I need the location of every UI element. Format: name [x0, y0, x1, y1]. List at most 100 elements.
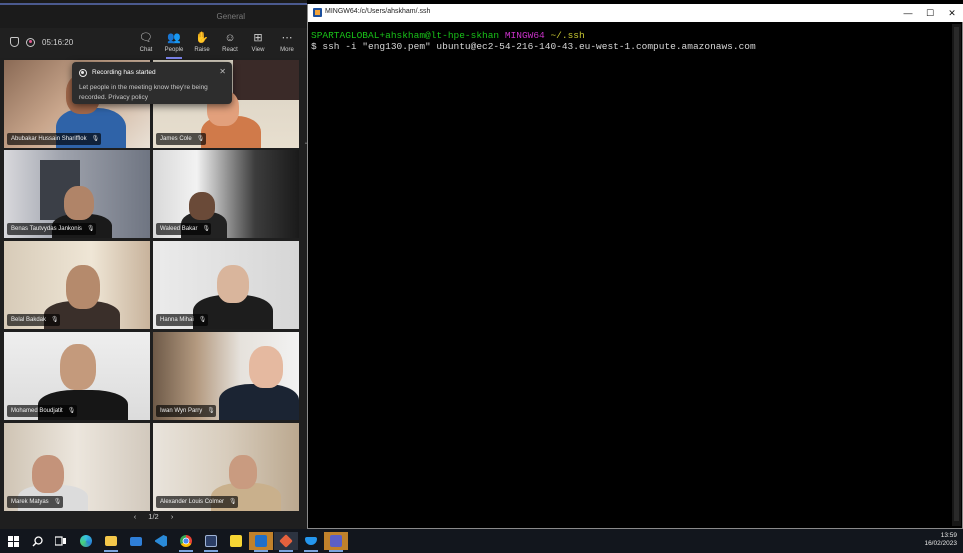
video-tile[interactable]: Iwan Wyn Parry 🎙: [153, 332, 299, 420]
mic-off-icon: 🎙: [229, 499, 237, 505]
vscode-icon: [155, 535, 167, 547]
page-indicator: 1/2: [148, 512, 159, 521]
maximize-button[interactable]: ☐: [920, 6, 940, 20]
notes-icon: [230, 535, 242, 547]
system-clock[interactable]: 13:59 16/02/2023: [924, 532, 957, 548]
participant-name: Hanna Mihai 🎙: [156, 314, 208, 326]
terminal-title: MINGW64:/c/Users/ahskham/.ssh: [325, 8, 431, 15]
participant-name: James Cole 🎙: [156, 133, 206, 145]
windows-logo-icon: [7, 535, 19, 547]
people-button[interactable]: 👥 People: [162, 32, 186, 59]
participant-name: Marek Matyas 🎙: [7, 496, 63, 508]
page-navigation: ‹ 1/2 ›: [0, 512, 307, 521]
edge-taskbar-button[interactable]: [74, 532, 98, 550]
sticky-notes-taskbar-button[interactable]: [224, 532, 248, 550]
video-tile[interactable]: Hanna Mihai 🎙: [153, 241, 299, 329]
video-tile[interactable]: Marek Matyas 🎙: [4, 423, 150, 511]
mail-taskbar-button[interactable]: [124, 532, 148, 550]
mic-off-icon: 🎙: [196, 136, 205, 142]
participant-name: Waleed Bakar 🎙: [156, 223, 212, 235]
teams-meeting-window: General 05:16:20 🗨 Chat 👥 People ✋ Raise…: [0, 0, 307, 530]
terminal-output[interactable]: SPARTAGLOBAL+ahskham@lt-hpe-skhan MINGW6…: [311, 30, 950, 526]
raise-hand-icon: ✋: [195, 32, 209, 44]
search-icon: [32, 535, 43, 546]
participant-name: Iwan Wyn Parry 🎙: [156, 405, 217, 417]
mic-off-icon: 🎙: [198, 317, 207, 323]
prompt-env: MINGW64: [504, 30, 545, 41]
teams-taskbar-button[interactable]: [324, 532, 348, 552]
chrome-icon: [180, 535, 192, 547]
search-button[interactable]: [25, 532, 49, 550]
video-tile[interactable]: Alexander Louis Colmer 🎙: [153, 423, 299, 511]
start-button[interactable]: [1, 532, 25, 550]
video-tile[interactable]: Waleed Bakar 🎙: [153, 150, 299, 238]
participant-name: Belal Bakdak 🎙: [7, 314, 61, 326]
terminal-window: MINGW64:/c/Users/ahskham/.ssh — ☐ ✕ SPAR…: [307, 4, 963, 529]
meeting-timer: 05:16:20: [42, 37, 74, 47]
meeting-toolbar: 05:16:20 🗨 Chat 👥 People ✋ Raise ☺ React…: [0, 28, 307, 59]
participant-name: Benas Tautvydas Jankonis 🎙: [7, 223, 96, 235]
chrome-taskbar-button[interactable]: [174, 532, 198, 552]
edge-icon: [80, 535, 92, 547]
mic-off-icon: 🎙: [86, 226, 95, 232]
participant-name: Mohamed Boudjatit 🎙: [7, 405, 77, 417]
mic-off-icon: 🎙: [51, 317, 59, 323]
video-tile[interactable]: Benas Tautvydas Jankonis 🎙: [4, 150, 150, 238]
outlook-icon: [255, 535, 267, 547]
recording-icon: [26, 37, 35, 47]
raise-hand-button[interactable]: ✋ Raise: [190, 32, 214, 58]
view-icon: ⊞: [253, 32, 263, 44]
mic-off-icon: 🎙: [207, 408, 215, 414]
minimize-button[interactable]: —: [898, 6, 918, 20]
teams-icon: [330, 535, 342, 547]
previous-page-button[interactable]: ‹: [134, 512, 137, 521]
file-explorer-taskbar-button[interactable]: [99, 532, 123, 552]
teams-window-title: General: [216, 12, 245, 21]
terminal-titlebar: MINGW64:/c/Users/ahskham/.ssh — ☐ ✕: [308, 4, 963, 22]
clock-time: 13:59: [940, 532, 957, 539]
terminal-icon: [205, 535, 217, 547]
recording-notification: Recording has started ✕ Let people in th…: [72, 62, 232, 104]
git-bash-taskbar-button[interactable]: [274, 532, 298, 552]
task-view-button[interactable]: [49, 532, 73, 550]
prompt-path: ~/.ssh: [550, 30, 585, 41]
mic-off-icon: 🎙: [67, 408, 76, 414]
video-tile[interactable]: Mohamed Boudjatit 🎙: [4, 332, 150, 420]
notification-body: Let people in the meeting know they're b…: [79, 84, 208, 101]
video-grid: Abubakar Hussain Sharifflok 🎙 James Cole 🎙…: [4, 60, 300, 511]
teams-titlebar: General: [0, 0, 307, 28]
people-icon: 👥: [167, 32, 181, 44]
participant-name: Alexander Louis Colmer 🎙: [156, 496, 239, 508]
windows-taskbar: 13:59 16/02/2023: [0, 529, 963, 553]
docker-icon: [305, 537, 317, 545]
chat-button[interactable]: 🗨 Chat: [134, 32, 158, 58]
command-line: $ ssh -i "eng130.pem" ubuntu@ec2-54-216-…: [311, 41, 756, 52]
shield-icon[interactable]: [10, 37, 19, 47]
video-tile[interactable]: Belal Bakdak 🎙: [4, 241, 150, 329]
terminal-scrollbar[interactable]: [952, 24, 961, 526]
react-icon: ☺: [224, 32, 236, 44]
close-button[interactable]: ✕: [942, 6, 962, 20]
chat-icon: 🗨: [139, 32, 153, 44]
outlook-taskbar-button[interactable]: [249, 532, 273, 552]
vscode-taskbar-button[interactable]: [149, 532, 173, 550]
mic-off-icon: 🎙: [202, 226, 211, 232]
more-button[interactable]: ⋯ More: [275, 32, 299, 58]
mingw-app-icon: [313, 8, 322, 17]
task-view-icon: [55, 536, 66, 546]
close-icon[interactable]: ✕: [219, 67, 226, 76]
folder-icon: [105, 536, 117, 546]
prompt-user: SPARTAGLOBAL+ahskham@lt-hpe-skhan: [311, 30, 500, 41]
more-icon: ⋯: [281, 32, 293, 44]
mic-off-icon: 🎙: [91, 136, 100, 142]
mic-off-icon: 🎙: [53, 499, 62, 505]
view-button[interactable]: ⊞ View: [246, 32, 270, 58]
docker-taskbar-button[interactable]: [299, 532, 323, 552]
next-page-button[interactable]: ›: [171, 512, 174, 521]
terminal-taskbar-button[interactable]: [199, 532, 223, 552]
react-button[interactable]: ☺ React: [218, 32, 242, 58]
mail-icon: [130, 536, 142, 546]
notification-title: Recording has started: [92, 69, 156, 76]
git-icon: [279, 534, 293, 548]
recording-icon: [79, 69, 87, 77]
